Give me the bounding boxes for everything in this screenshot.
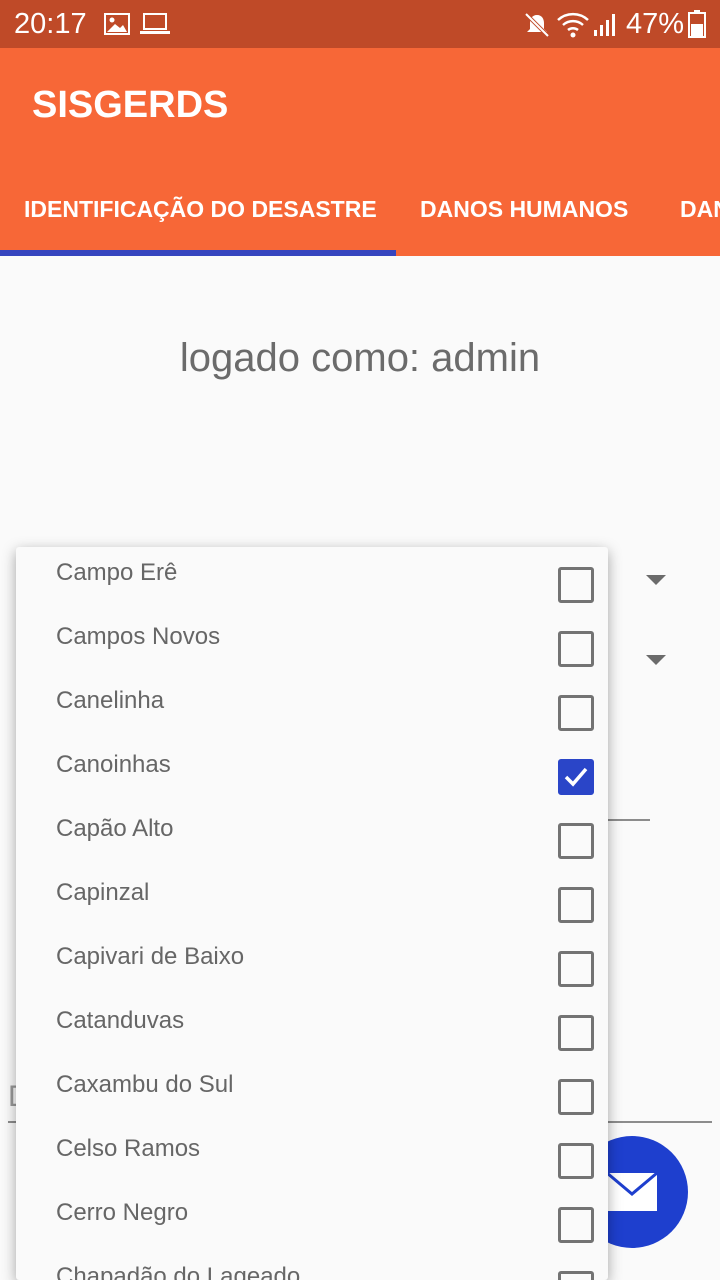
option-label: Canelinha [56,687,165,714]
option-item[interactable]: Capivari de Baixo [16,931,608,995]
wifi-icon [557,12,589,38]
option-item[interactable]: Chapadão do Lageado [16,1251,608,1280]
check-icon [564,767,588,787]
option-item[interactable]: Capinzal [16,867,608,931]
option-label: Campo Erê [56,559,178,586]
option-label: Catanduvas [56,1007,185,1034]
option-label: Campos Novos [56,623,221,650]
tab-danos-partial[interactable]: DAN [680,196,720,223]
municipio-multiselect-popup: Campo Erê Campos Novos Canelinha Canoinhas C… [16,547,608,1280]
option-item[interactable]: Canoinhas [16,739,608,803]
option-checkbox[interactable] [558,1015,594,1051]
option-label: Capão Alto [56,815,174,842]
status-bar: 20:17 47% [0,0,720,48]
option-item[interactable]: Campos Novos [16,611,608,675]
signal-icon [594,14,615,36]
option-label: Celso Ramos [56,1135,201,1162]
option-label: Canoinhas [56,751,171,778]
option-item[interactable]: Campo Erê [16,547,608,611]
app-title: SISGERDS [32,84,229,126]
logged-user-text: logado como: admin [179,336,541,380]
option-checkbox[interactable] [558,951,594,987]
mute-icon [524,12,550,38]
option-checkbox[interactable] [558,567,594,603]
option-item[interactable]: Caxambu do Sul [16,1059,608,1123]
option-item[interactable]: Canelinha [16,675,608,739]
option-checkbox[interactable] [558,631,594,667]
option-label: Chapadão do Lageado [56,1263,301,1280]
option-label: Caxambu do Sul [56,1071,234,1098]
dropdown-arrow-icon[interactable] [646,575,666,585]
option-label: Capinzal [56,879,150,906]
option-checkbox[interactable] [558,695,594,731]
option-label: Cerro Negro [56,1199,189,1226]
status-time: 20:17 [14,8,87,40]
tab-danos-humanos[interactable]: DANOS HUMANOS [420,196,628,223]
option-item[interactable]: Celso Ramos [16,1123,608,1187]
option-item[interactable]: Cerro Negro [16,1187,608,1251]
laptop-icon [140,13,170,34]
option-checkbox[interactable] [558,1207,594,1243]
dropdown-arrow-icon[interactable] [646,655,666,665]
option-label: Capivari de Baixo [56,943,245,970]
option-checkbox-checked[interactable] [558,759,594,795]
option-checkbox[interactable] [558,887,594,923]
option-item[interactable]: Catanduvas [16,995,608,1059]
mail-icon [606,1172,658,1211]
tab-indicator [0,250,396,256]
option-item[interactable]: Capão Alto [16,803,608,867]
option-checkbox[interactable] [558,1143,594,1179]
app-bar: SISGERDS IDENTIFICAÇÃO DO DESASTRE DANOS… [0,48,720,256]
image-icon [104,13,130,35]
battery-percent: 47% [626,8,685,40]
tab-identificacao-do-desastre[interactable]: IDENTIFICAÇÃO DO DESASTRE [24,196,377,223]
battery-icon [688,10,706,38]
option-checkbox[interactable] [558,1079,594,1115]
option-checkbox[interactable] [558,1271,594,1280]
option-checkbox[interactable] [558,823,594,859]
